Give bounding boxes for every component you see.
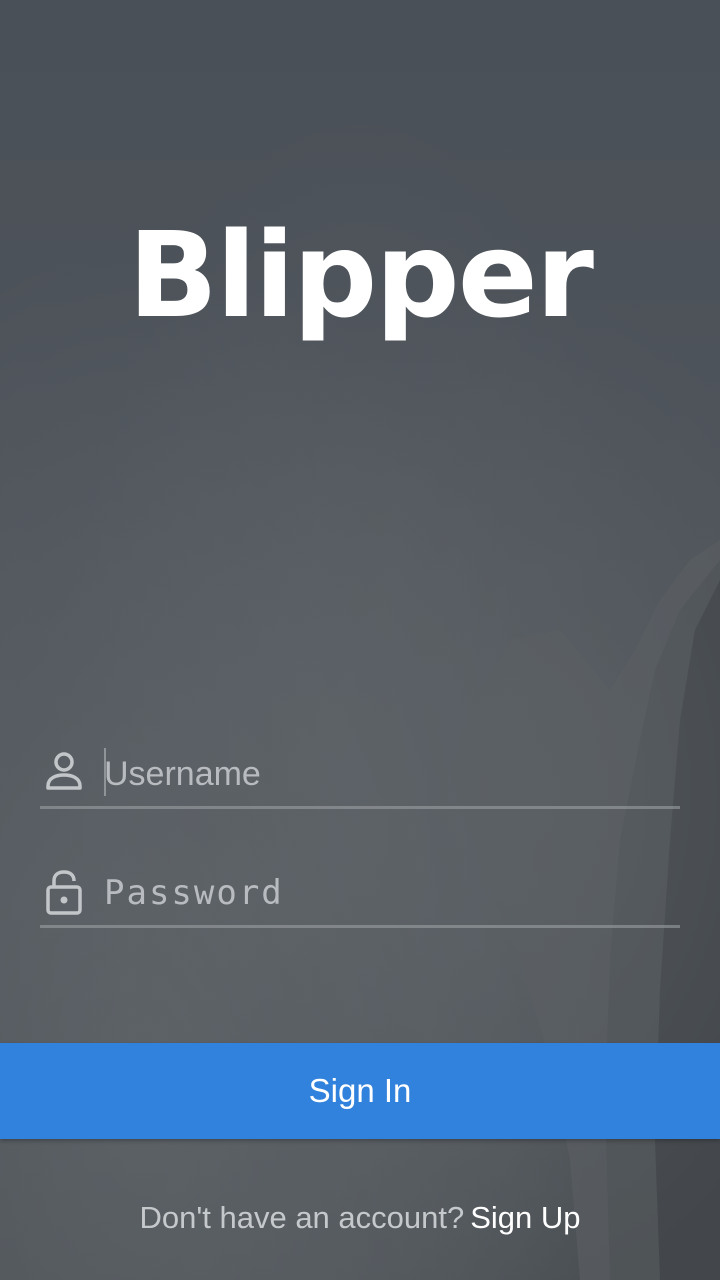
signup-prompt: Don't have an account? Sign Up bbox=[0, 1200, 720, 1236]
password-field[interactable] bbox=[40, 855, 680, 928]
password-input[interactable] bbox=[104, 865, 664, 921]
signup-prompt-text: Don't have an account? bbox=[139, 1200, 465, 1235]
username-field[interactable] bbox=[40, 736, 680, 809]
person-icon bbox=[46, 752, 82, 790]
sign-in-button[interactable]: Sign In bbox=[0, 1043, 720, 1139]
username-input[interactable] bbox=[104, 746, 664, 802]
sign-up-link[interactable]: Sign Up bbox=[470, 1200, 580, 1235]
app-logo: Blipper bbox=[128, 206, 594, 344]
lock-icon bbox=[46, 870, 82, 915]
